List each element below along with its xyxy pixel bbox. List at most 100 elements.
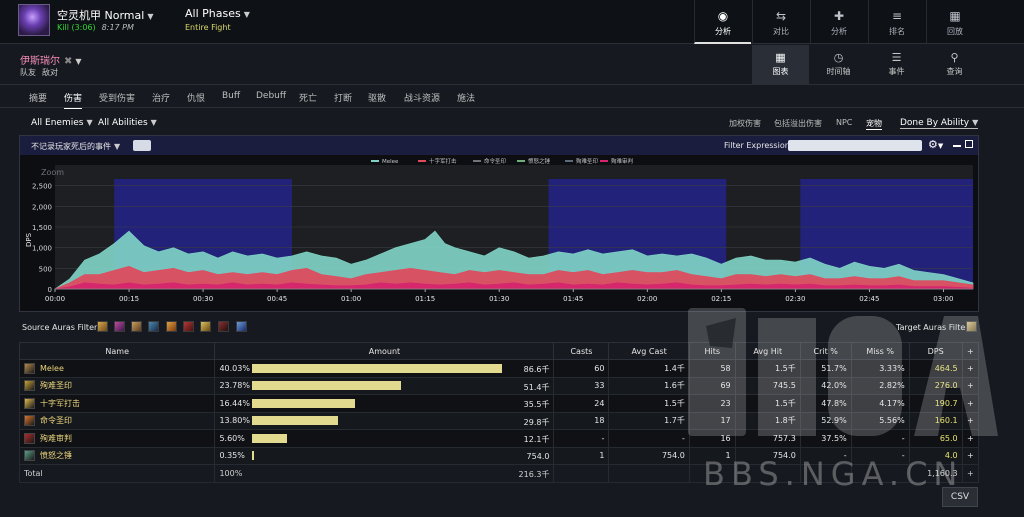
legend-label[interactable]: Melee [382,159,399,165]
nav-tab-rankings[interactable]: ≡ 排名 [868,0,925,44]
boss-selector[interactable]: 空灵机甲 Normal ▼ [57,7,153,23]
tab-interrupts[interactable]: 打断 [334,91,352,104]
death-events-dropdown[interactable]: 不记录玩家死后的事件 ▼ [31,141,120,152]
col-crit[interactable]: Crit % [799,342,852,360]
add-button[interactable]: + [961,394,980,413]
view-tab-events[interactable]: ☰ 事件 [868,45,925,85]
casts-cell: 18 [553,411,610,430]
col-avg-cast[interactable]: Avg Cast [608,342,690,360]
col-hits[interactable]: Hits [688,342,736,360]
aura-icon-6[interactable] [183,321,194,332]
avg-cast-cell: 1.6千 [608,376,690,395]
table-row[interactable]: Melee 40.03% 86.6千 60 1.4千 58 1.5千 51.7% 3.33% 46… [18,359,980,378]
table-row[interactable]: 殉难审判 5.60% 12.1千 - -16 757.3 37.5% -65.0 + [18,429,980,448]
col-dps[interactable]: DPS [908,342,963,360]
aura-icon-4[interactable] [148,321,159,332]
legend-label[interactable]: 殉难圣印 [576,157,599,165]
add-button[interactable]: + [961,446,980,465]
nav-tab-analysis[interactable]: ◉ 分析 [694,0,751,44]
aura-icon-2[interactable] [114,321,125,332]
zoom-label[interactable]: Zoom [41,168,64,177]
target-aura-icon[interactable] [966,321,977,332]
col-miss[interactable]: Miss % [850,342,910,360]
legend-label[interactable]: 十字军打击 [429,157,457,165]
ability-name-cell[interactable]: 命令圣印 [18,411,216,430]
filter-expression-input[interactable] [788,140,922,151]
legend-label[interactable]: 殉难审判 [611,157,633,165]
tag-hostile[interactable]: 敌对 [42,68,58,77]
ability-name-cell[interactable]: 殉难圣印 [18,376,216,395]
legend-label[interactable]: 命令圣印 [484,157,507,165]
minimize-icon[interactable] [953,145,961,147]
tab-threat[interactable]: 仇恨 [187,91,205,104]
tab-casts[interactable]: 施法 [457,91,475,104]
aura-icon-1[interactable] [97,321,108,332]
col-casts[interactable]: Casts [553,342,610,360]
boss-avatar[interactable] [18,4,50,36]
avg-cast-cell: 1.5千 [608,394,690,413]
y-tick-label: 2,500 [32,183,52,191]
ability-name-cell[interactable]: 愤怒之锤 [18,446,216,465]
toggle-switch[interactable] [133,140,151,151]
add-button[interactable]: + [961,359,980,378]
clock-icon: ◷ [833,51,844,64]
nav-tab-compare[interactable]: ⇆ 对比 [752,0,809,44]
tab-summary[interactable]: 摘要 [29,91,47,104]
ability-name-cell[interactable]: Melee [18,359,216,378]
table-row[interactable]: 十字军打击 16.44% 35.5千 24 1.5千 23 1.5千 47.8% 4.17% 19… [18,394,980,413]
tag-friendly[interactable]: 队友 [20,68,36,77]
table-row[interactable]: 殉难圣印 23.78% 51.4千 33 1.6千 69 745.5 42.0% 2.82% 27… [18,376,980,395]
col-name[interactable]: Name [18,342,216,360]
view-tab-query[interactable]: ⚲ 查询 [926,45,983,85]
nav-tab-replay[interactable]: ▦ 回放 [926,0,983,44]
legend-label[interactable]: 愤怒之锤 [528,157,551,165]
csv-export-button[interactable]: CSV [942,487,978,507]
tab-dispels[interactable]: 驱散 [368,91,386,104]
boss-name: 空灵机甲 [57,9,101,22]
aura-icon-7[interactable] [200,321,211,332]
view-tab-timeline[interactable]: ◷ 时间轴 [810,45,867,85]
pets-option[interactable]: 宠物 [866,118,882,130]
ability-name-cell[interactable]: 十字军打击 [18,394,216,413]
amount-value: 51.4千 [523,382,550,392]
done-by-dropdown[interactable]: Done By Ability ▼ [900,118,979,129]
avg-hit-cell: 1.5千 [734,359,801,378]
compare-icon: ⇆ [775,9,787,23]
view-tab-charts[interactable]: ▦ 图表 [752,45,809,85]
tab-deaths[interactable]: 死亡 [299,91,317,104]
tab-damage-taken[interactable]: 受到伤害 [99,91,135,104]
close-icon[interactable]: ✖ [64,56,72,67]
maximize-icon[interactable] [965,140,973,148]
npc-option[interactable]: NPC [836,118,852,127]
tab-buffs[interactable]: Buff [222,91,240,101]
tab-debuffs[interactable]: Debuff [256,91,286,101]
enemies-dropdown[interactable]: All Enemies ▼ [31,118,93,128]
aura-icon-5[interactable] [166,321,177,332]
player-selector[interactable]: 伊斯瑞尔 ✖ ▼ [20,52,82,67]
phase-selector[interactable]: All Phases ▼ [185,7,250,20]
aura-icon-9[interactable] [236,321,247,332]
tab-resources[interactable]: 战斗资源 [404,91,440,104]
aura-icon-8[interactable] [218,321,229,332]
abilities-dropdown[interactable]: All Abilities ▼ [98,118,157,128]
add-button[interactable]: + [961,464,980,483]
add-button[interactable]: + [961,429,980,448]
overkill-option[interactable]: 包括溢出伤害 [774,118,822,129]
gear-icon[interactable]: ⚙▼ [928,138,943,151]
dps-chart[interactable]: 0 500 1,000 1,500 2,000 2,500 DPS Zoom 00:00 00:1… [20,155,978,311]
table-row[interactable]: 命令圣印 13.80% 29.8千 18 1.7千 17 1.8千 52.9% 5.56% 160… [18,411,980,430]
amount-value: 754.0 [526,451,550,461]
add-button[interactable]: + [961,376,980,395]
tab-damage-done[interactable]: 伤害 [64,91,83,109]
auras-filter-row: Source Auras Filter: Target Auras Filter… [0,320,1024,336]
y-tick-label: 0 [48,286,52,294]
tab-healing[interactable]: 治疗 [152,91,170,104]
col-avg-hit[interactable]: Avg Hit [734,342,801,360]
ability-name-cell[interactable]: 殉难审判 [18,429,216,448]
add-button[interactable]: + [961,411,980,430]
col-add[interactable]: + [961,342,980,360]
aura-icon-3[interactable] [131,321,142,332]
col-amount[interactable]: Amount [214,342,555,360]
nav-tab-analyze[interactable]: ✚ 分析 [810,0,867,44]
weighted-damage-option[interactable]: 加权伤害 [729,118,761,129]
